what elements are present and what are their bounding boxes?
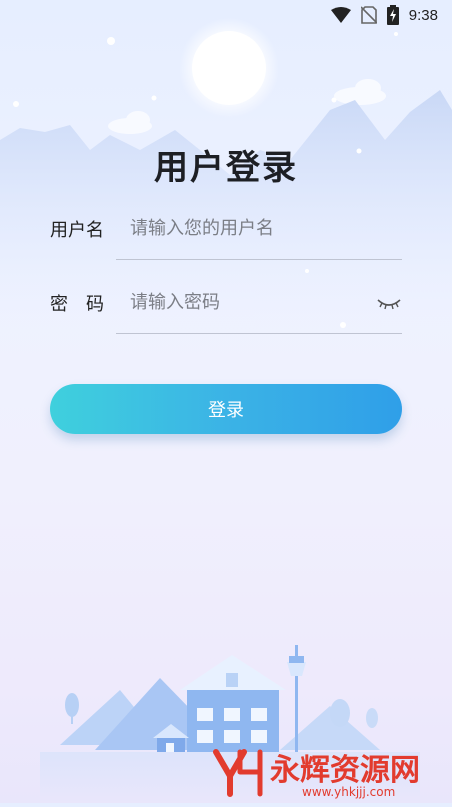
status-time: 9:38	[408, 6, 438, 24]
password-label: 密 码	[50, 294, 104, 315]
password-input[interactable]	[116, 282, 380, 322]
login-button[interactable]: 登录	[50, 384, 402, 434]
watermark-domain: www.yhkjjj.com	[302, 785, 395, 799]
watermark-logo: 永辉资源网 www.yhkjjj.com	[213, 749, 420, 799]
battery-charging-icon	[386, 5, 399, 25]
eye-closed-icon[interactable]	[376, 294, 402, 314]
username-label: 用户名	[50, 220, 104, 241]
status-bar: 9:38	[0, 0, 452, 30]
password-row: 密 码	[50, 274, 402, 334]
password-underline	[116, 333, 402, 334]
page-title: 用户登录	[154, 148, 298, 188]
no-sim-icon	[360, 6, 377, 24]
wifi-icon	[330, 7, 351, 23]
moon	[192, 31, 266, 105]
watermark-brand: 永辉资源网	[270, 753, 420, 788]
username-row: 用户名	[50, 200, 402, 260]
username-input[interactable]	[116, 208, 380, 248]
username-underline	[116, 259, 402, 260]
